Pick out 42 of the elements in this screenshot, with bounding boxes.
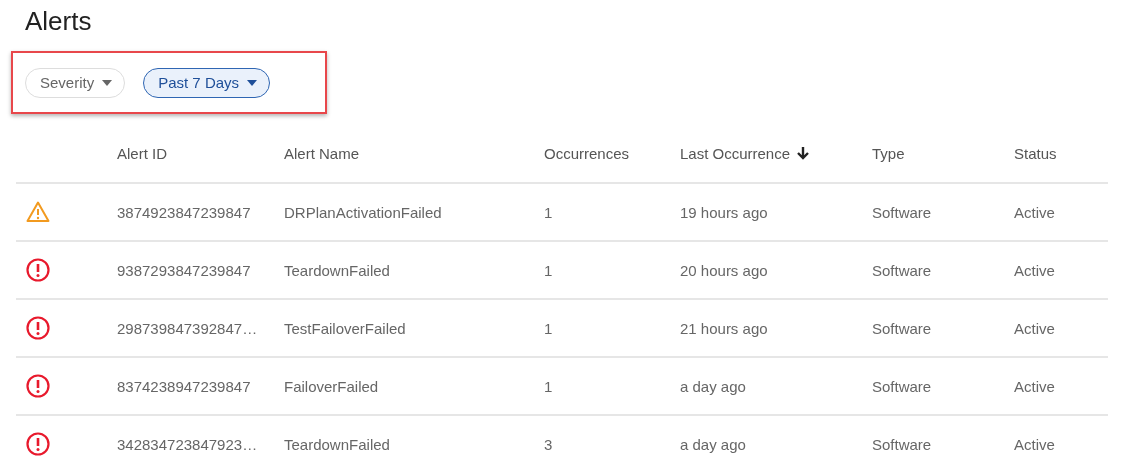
last-occurrence: 19 hours ago: [680, 203, 768, 221]
page-title: Alerts: [25, 5, 92, 38]
alert-id: 9387293847239847: [117, 261, 251, 279]
column-header[interactable]: Occurrences: [544, 144, 630, 162]
alert-type: Software: [872, 319, 932, 337]
last-occurrence: a day ago: [680, 377, 746, 395]
filter-dropdown[interactable]: Past 7 Days: [143, 67, 271, 98]
alert-type: Software: [872, 203, 932, 221]
occurrence-count: 1: [544, 203, 553, 221]
alert-name: DRPlanActivationFailed: [284, 203, 442, 221]
occurrence-count: 1: [544, 377, 553, 395]
filter-dropdown[interactable]: Severity: [25, 67, 126, 98]
caret-icon: [102, 79, 113, 86]
sort-arrow-icon[interactable]: [796, 146, 811, 160]
alert-status: Active: [1014, 377, 1055, 395]
alert-id: 298739847392847…: [117, 319, 258, 337]
alert-name: TestFailoverFailed: [284, 319, 406, 337]
occurrence-count: 3: [544, 435, 553, 453]
alert-type: Software: [872, 261, 932, 279]
occurrence-count: 1: [544, 261, 553, 279]
alert-status: Active: [1014, 435, 1055, 453]
alert-status: Active: [1014, 261, 1055, 279]
column-header[interactable]: Last Occurrence: [680, 144, 791, 162]
alert-name: TeardownFailed: [284, 261, 390, 279]
last-occurrence: 21 hours ago: [680, 319, 768, 337]
alert-name: FailoverFailed: [284, 377, 379, 395]
alert-type: Software: [872, 435, 932, 453]
column-header[interactable]: Alert Name: [284, 144, 360, 162]
alert-id: 8374238947239847: [117, 377, 251, 395]
column-header[interactable]: Type: [872, 144, 905, 162]
column-header[interactable]: Status: [1014, 144, 1057, 162]
alert-id: 342834723847923…: [117, 435, 258, 453]
column-header[interactable]: Alert ID: [117, 144, 167, 162]
last-occurrence: 20 hours ago: [680, 261, 768, 279]
alert-name: TeardownFailed: [284, 435, 390, 453]
alert-type: Software: [872, 377, 932, 395]
caret-icon: [247, 79, 258, 86]
occurrence-count: 1: [544, 319, 553, 337]
last-occurrence: a day ago: [680, 435, 746, 453]
alert-status: Active: [1014, 203, 1055, 221]
alert-id: 3874923847239847: [117, 203, 251, 221]
alert-status: Active: [1014, 319, 1055, 337]
